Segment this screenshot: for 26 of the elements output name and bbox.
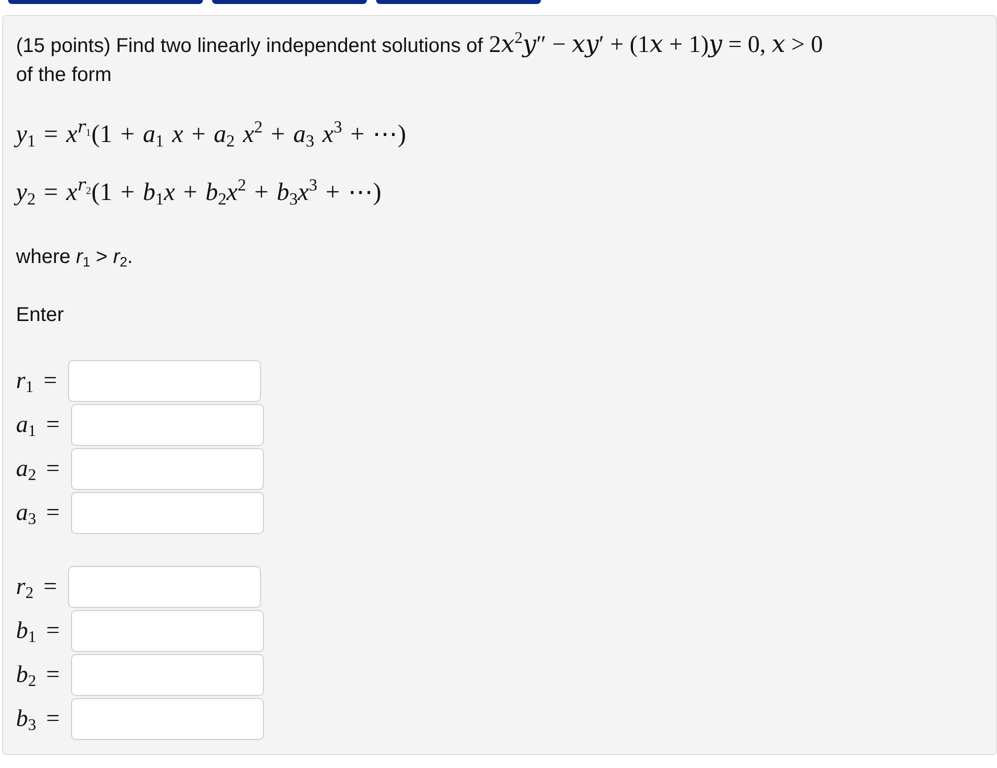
variable-label: b$_{2}$ = [16, 662, 60, 688]
variable-label: a$_{2}$ = [16, 456, 60, 482]
prompt-text: of the form [16, 63, 113, 88]
instruction-text: Enter [16, 303, 65, 328]
variable-label: a$_{3}$ = [16, 500, 60, 526]
answer-field[interactable] [70, 698, 264, 740]
prompt-text: (15 points) Find two linearly independent solutions of [16, 34, 483, 59]
answer-field[interactable] [70, 610, 264, 652]
variable-label: b$_{3}$ = [16, 706, 60, 732]
answer-field[interactable] [68, 566, 262, 608]
formula: y$_{2}$ = x$^{𝑟₂}$(1 + b$_{1}$x + b$_{2}$x$^{2}$ + b$_{3}$x$^{3}$ + ⋯) [16, 174, 382, 210]
cut-off-button[interactable] [376, 0, 541, 4]
variable-label: r$_{1}$ = [16, 368, 58, 394]
condition-text: where r$_{1}$ > r$_{2}$. [16, 245, 134, 272]
variable-label: b$_{1}$ = [16, 618, 60, 644]
cut-off-button[interactable] [212, 0, 367, 4]
answer-field[interactable] [68, 360, 262, 402]
answer-field[interactable] [70, 404, 264, 446]
equation: 2𝑥$^{2}$𝑦″ − 𝑥𝑦′ + (1𝑥 + 1)𝑦 = 0, 𝑥 > 0 [488, 30, 823, 60]
variable-label: a$_{1}$ = [16, 412, 60, 438]
answer-field[interactable] [70, 448, 264, 490]
answer-field[interactable] [70, 492, 264, 534]
cut-off-button[interactable] [8, 0, 203, 4]
variable-label: r$_{2}$ = [16, 574, 58, 600]
answer-field[interactable] [70, 654, 264, 696]
formula: y$_{1}$ = x$^{𝑟₁}$(1 + a$_{1}$ x + a$_{2}$ x$^{2}$ + a$_{3}$ x$^{3}$ + ⋯) [16, 116, 408, 152]
